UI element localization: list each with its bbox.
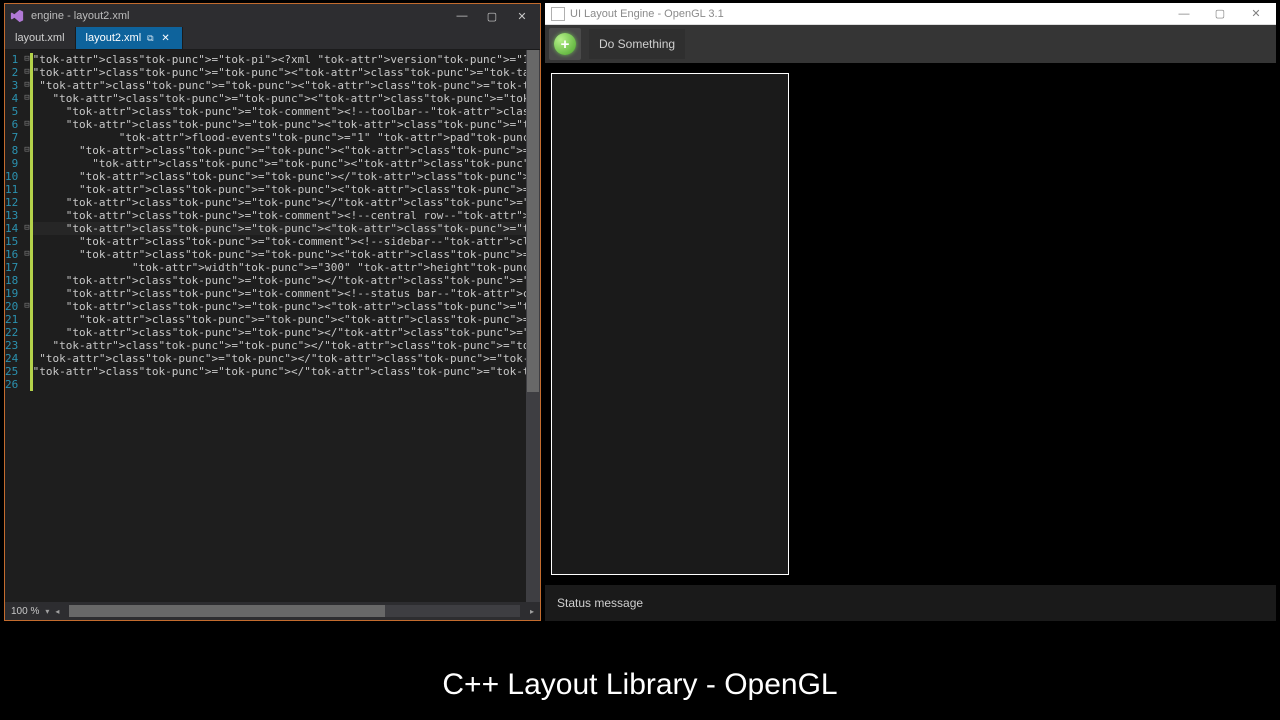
code-line[interactable]: "tok-attr">class"tok-punc">="tok-pi"><?x… bbox=[30, 53, 540, 66]
code-line[interactable]: "tok-attr">class"tok-punc">="tok-punc"><… bbox=[30, 170, 540, 183]
code-line[interactable]: "tok-attr">class"tok-punc">="tok-comment… bbox=[30, 235, 540, 248]
tab-layout2-xml[interactable]: layout2.xml ⧉ ✕ bbox=[76, 27, 183, 49]
code-line[interactable]: "tok-attr">class"tok-punc">="tok-punc"><… bbox=[30, 196, 540, 209]
line-number-gutter: 1234567891011121314151617181920212223242… bbox=[5, 50, 24, 602]
code-line[interactable]: "tok-attr">class"tok-punc">="tok-punc"><… bbox=[30, 300, 540, 313]
scroll-left-icon[interactable]: ◂ bbox=[55, 607, 59, 616]
tab-layout-xml[interactable]: layout.xml bbox=[5, 27, 76, 49]
preview-icon: ⧉ bbox=[147, 33, 153, 44]
zoom-level[interactable]: 100 % bbox=[11, 606, 39, 617]
code-line[interactable]: "tok-attr">flood-events"tok-punc">="1" "… bbox=[30, 131, 540, 144]
code-line[interactable]: "tok-attr">class"tok-punc">="tok-punc"><… bbox=[30, 326, 540, 339]
code-line[interactable]: "tok-attr">class"tok-punc">="tok-punc"><… bbox=[30, 144, 540, 157]
tab-label: layout2.xml bbox=[86, 32, 142, 44]
code-line[interactable] bbox=[30, 378, 540, 391]
code-line[interactable]: "tok-attr">class"tok-punc">="tok-punc"><… bbox=[30, 79, 540, 92]
tab-label: layout.xml bbox=[15, 32, 65, 44]
gl-content: + Do Something Status message bbox=[545, 25, 1276, 621]
vs-window: engine - layout2.xml — ▢ ✕ layout.xml la… bbox=[4, 3, 541, 621]
maximize-button[interactable]: ▢ bbox=[1202, 4, 1238, 24]
gl-titlebar: UI Layout Engine - OpenGL 3.1 — ▢ ✕ bbox=[545, 3, 1276, 25]
vertical-scrollbar[interactable] bbox=[526, 50, 540, 602]
gl-window-title: UI Layout Engine - OpenGL 3.1 bbox=[570, 8, 724, 20]
sidebar-panel bbox=[551, 73, 789, 575]
code-line[interactable]: "tok-attr">class"tok-punc">="tok-comment… bbox=[30, 105, 540, 118]
code-line[interactable]: "tok-attr">class"tok-punc">="tok-punc"><… bbox=[30, 313, 540, 326]
code-line[interactable]: "tok-attr">class"tok-punc">="tok-punc"><… bbox=[30, 66, 540, 79]
scrollbar-thumb[interactable] bbox=[69, 605, 384, 617]
horizontal-scrollbar[interactable] bbox=[69, 605, 520, 617]
video-caption: C++ Layout Library - OpenGL bbox=[0, 668, 1280, 702]
vs-titlebar: engine - layout2.xml — ▢ ✕ bbox=[5, 4, 540, 28]
vs-logo-icon bbox=[9, 8, 25, 24]
status-text: Status message bbox=[557, 596, 643, 610]
code-line[interactable]: "tok-attr">class"tok-punc">="tok-punc"><… bbox=[30, 183, 540, 196]
central-row bbox=[545, 63, 1276, 585]
minimize-button[interactable]: — bbox=[448, 7, 476, 25]
code-line[interactable]: "tok-attr">class"tok-punc">="tok-punc"><… bbox=[30, 118, 540, 131]
opengl-window: UI Layout Engine - OpenGL 3.1 — ▢ ✕ + Do… bbox=[545, 3, 1276, 621]
status-bar: Status message bbox=[545, 585, 1276, 621]
code-line[interactable]: "tok-attr">class"tok-punc">="tok-punc"><… bbox=[30, 222, 540, 235]
button-label: Do Something bbox=[599, 37, 675, 51]
vs-window-title: engine - layout2.xml bbox=[31, 10, 448, 22]
maximize-button[interactable]: ▢ bbox=[478, 7, 506, 25]
code-line[interactable]: "tok-attr">class"tok-punc">="tok-punc"><… bbox=[30, 248, 540, 261]
code-line[interactable]: "tok-attr">class"tok-punc">="tok-punc"><… bbox=[30, 352, 540, 365]
app-icon bbox=[551, 7, 565, 21]
close-button[interactable]: ✕ bbox=[1238, 4, 1274, 24]
toolbar: + Do Something bbox=[545, 25, 1276, 63]
code-line[interactable]: "tok-attr">class"tok-punc">="tok-punc"><… bbox=[30, 339, 540, 352]
code-line[interactable]: "tok-attr">class"tok-punc">="tok-comment… bbox=[30, 287, 540, 300]
zoom-dropdown-icon[interactable]: ▾ bbox=[45, 607, 49, 616]
close-button[interactable]: ✕ bbox=[508, 7, 536, 25]
scrollbar-thumb[interactable] bbox=[527, 50, 539, 392]
code-line[interactable]: "tok-attr">class"tok-punc">="tok-punc"><… bbox=[30, 365, 540, 378]
vs-tab-bar: layout.xml layout2.xml ⧉ ✕ bbox=[5, 28, 540, 50]
code-line[interactable]: "tok-attr">width"tok-punc">="300" "tok-a… bbox=[30, 261, 540, 274]
scroll-right-icon[interactable]: ▸ bbox=[530, 607, 534, 616]
close-icon[interactable]: ✕ bbox=[160, 32, 172, 44]
do-something-button[interactable]: Do Something bbox=[589, 29, 685, 59]
add-button[interactable]: + bbox=[549, 28, 581, 60]
code-line[interactable]: "tok-attr">class"tok-punc">="tok-punc"><… bbox=[30, 92, 540, 105]
vs-statusbar: 100 % ▾ ◂ ▸ bbox=[5, 602, 540, 620]
code-line[interactable]: "tok-attr">class"tok-punc">="tok-comment… bbox=[30, 209, 540, 222]
code-line[interactable]: "tok-attr">class"tok-punc">="tok-punc"><… bbox=[30, 157, 540, 170]
minimize-button[interactable]: — bbox=[1166, 4, 1202, 24]
add-icon: + bbox=[554, 33, 576, 55]
code-area[interactable]: "tok-attr">class"tok-punc">="tok-pi"><?x… bbox=[30, 50, 540, 602]
code-editor[interactable]: 1234567891011121314151617181920212223242… bbox=[5, 50, 540, 602]
code-line[interactable]: "tok-attr">class"tok-punc">="tok-punc"><… bbox=[30, 274, 540, 287]
